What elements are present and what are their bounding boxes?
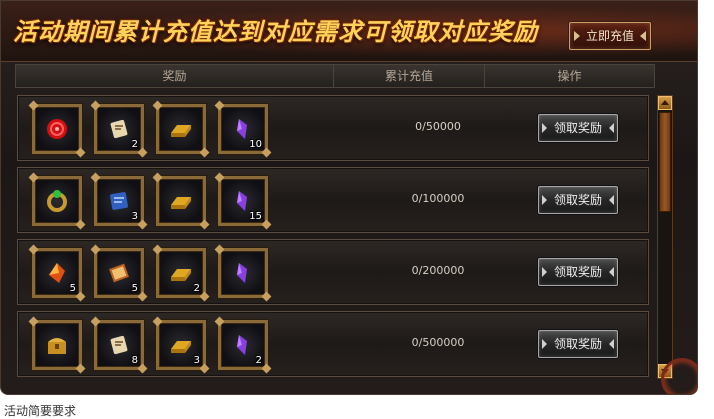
red-orb-icon [47, 119, 67, 139]
corner-ornament-icon [661, 358, 697, 394]
claim-reward-label: 领取奖励 [553, 121, 602, 135]
arrow-left-icon [542, 123, 547, 133]
item-quantity: 2 [131, 139, 138, 150]
reward-slot[interactable]: 15 [218, 176, 268, 226]
gold-ingot-icon [171, 197, 191, 209]
reward-slot[interactable] [32, 320, 82, 370]
column-header-action: 操作 [557, 69, 582, 83]
book-icon [109, 263, 129, 283]
claim-reward-button[interactable]: 领取奖励 [538, 330, 618, 358]
item-quantity: 3 [193, 355, 200, 366]
reward-slot[interactable]: 2 [94, 104, 144, 154]
purple-crystal-icon [237, 263, 247, 283]
item-quantity: 10 [249, 139, 262, 150]
column-header-recharge: 累计充值 [334, 65, 485, 87]
reward-slot[interactable]: 2 [218, 320, 268, 370]
reward-row: 5 5 2 0/200000 领取奖励 [17, 239, 649, 305]
reward-slot[interactable] [156, 176, 206, 226]
arrow-right-icon [609, 267, 614, 277]
claim-reward-button[interactable]: 领取奖励 [538, 114, 618, 142]
scroll-thumb[interactable] [659, 112, 671, 212]
panel-header: 活动期间累计充值达到对应需求可领取对应奖励 立即充值 [1, 1, 697, 62]
arrow-right-icon [609, 195, 614, 205]
arrow-right-icon [609, 339, 614, 349]
purple-crystal-icon [237, 335, 247, 355]
claim-reward-label: 领取奖励 [553, 265, 602, 279]
item-quantity: 3 [131, 211, 138, 222]
recharge-now-button[interactable]: 立即充值 [569, 22, 651, 50]
reward-slot[interactable] [32, 104, 82, 154]
purple-crystal-icon [237, 191, 247, 211]
purple-crystal-icon [237, 119, 247, 139]
reward-panel: 活动期间累计充值达到对应需求可领取对应奖励 立即充值 奖励 累计充值 操作 2 … [0, 0, 698, 395]
scrollbar[interactable] [657, 95, 673, 379]
reward-row: 8 3 2 0/500000 领取奖励 [17, 311, 649, 377]
blue-scroll-icon [110, 192, 128, 210]
column-header-rewards: 奖励 [16, 65, 334, 87]
arrow-right-icon [640, 31, 646, 41]
table-header: 奖励 累计充值 操作 [15, 64, 655, 88]
scroll-icon [110, 335, 128, 355]
reward-slot[interactable] [156, 104, 206, 154]
arrow-left-icon [574, 31, 580, 41]
reward-slot[interactable] [218, 248, 268, 298]
recharge-progress: 0/50000 [415, 120, 461, 133]
claim-reward-button[interactable]: 领取奖励 [538, 258, 618, 286]
item-quantity: 8 [131, 355, 138, 366]
reward-slot[interactable] [32, 176, 82, 226]
gold-ingot-icon [171, 341, 191, 353]
treasure-chest-icon [48, 338, 66, 354]
reward-list: 2 10 0/50000 领取奖励 3 15 0/100000 领取奖励 5 5… [15, 93, 651, 381]
reward-slot[interactable]: 8 [94, 320, 144, 370]
reward-row: 3 15 0/100000 领取奖励 [17, 167, 649, 233]
item-quantity: 5 [131, 283, 138, 294]
green-ring-icon [47, 190, 67, 212]
item-quantity: 5 [69, 283, 76, 294]
reward-slot[interactable]: 3 [94, 176, 144, 226]
reward-slot[interactable]: 2 [156, 248, 206, 298]
recharge-progress: 0/500000 [411, 336, 465, 349]
footer-text: 活动简要要求 [4, 404, 77, 418]
gold-ingot-icon [171, 125, 191, 137]
claim-reward-label: 领取奖励 [553, 193, 602, 207]
reward-slot[interactable]: 5 [94, 248, 144, 298]
claim-reward-button[interactable]: 领取奖励 [538, 186, 618, 214]
gold-ingot-icon [171, 269, 191, 281]
reward-slot[interactable]: 5 [32, 248, 82, 298]
arrow-left-icon [542, 195, 547, 205]
recharge-progress: 0/100000 [411, 192, 465, 205]
recharge-progress: 0/200000 [411, 264, 465, 277]
item-quantity: 2 [193, 283, 200, 294]
fire-crystal-icon [49, 263, 65, 283]
arrow-right-icon [609, 123, 614, 133]
scroll-up-button[interactable] [658, 96, 672, 110]
item-quantity: 15 [249, 211, 262, 222]
claim-reward-label: 领取奖励 [553, 337, 602, 351]
page-title: 活动期间累计充值达到对应需求可领取对应奖励 [13, 17, 538, 46]
recharge-now-label: 立即充值 [585, 29, 634, 43]
reward-slot[interactable]: 10 [218, 104, 268, 154]
arrow-left-icon [542, 339, 547, 349]
item-quantity: 2 [255, 355, 262, 366]
scroll-icon [110, 119, 128, 139]
reward-row: 2 10 0/50000 领取奖励 [17, 95, 649, 161]
arrow-left-icon [542, 267, 547, 277]
reward-slot[interactable]: 3 [156, 320, 206, 370]
